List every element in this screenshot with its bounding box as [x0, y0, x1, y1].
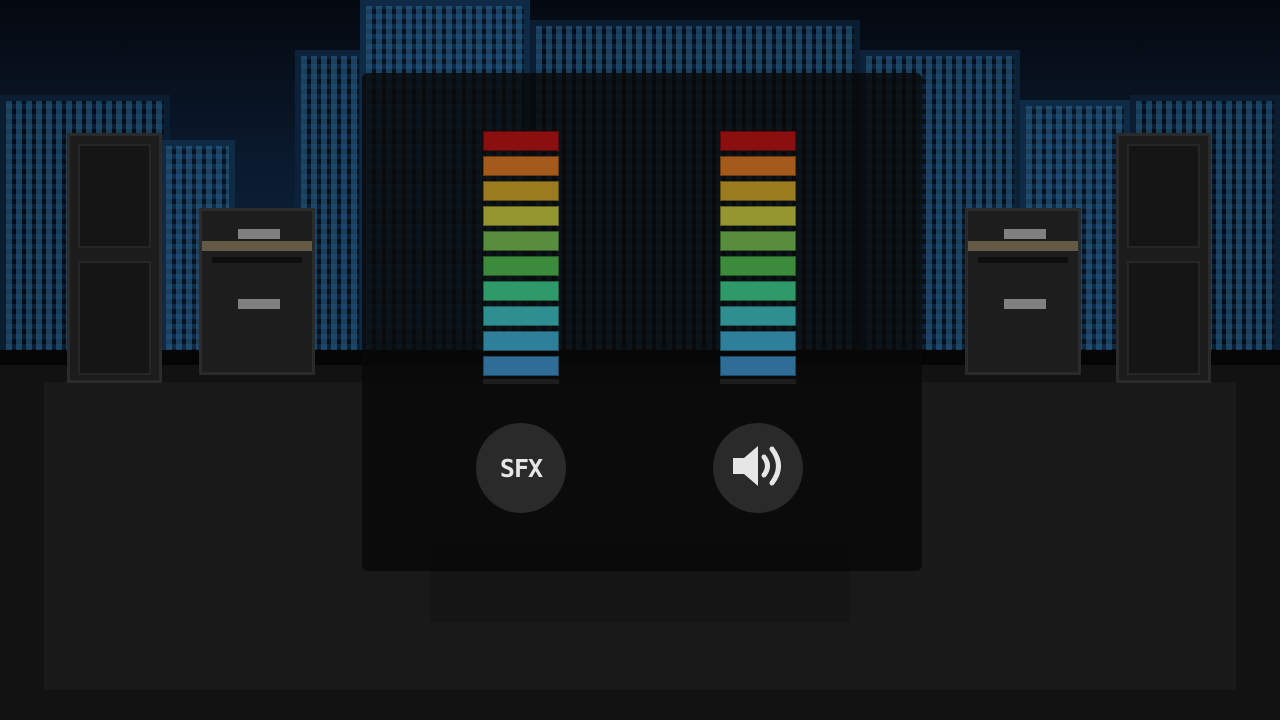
- amplifier-right: [965, 208, 1081, 375]
- volume-segment[interactable]: [720, 131, 796, 151]
- volume-segment[interactable]: [483, 256, 559, 276]
- speaker-cabinet-left: [67, 133, 162, 383]
- sfx-volume-meter[interactable]: [483, 131, 559, 384]
- volume-segment[interactable]: [720, 331, 796, 351]
- volume-segment[interactable]: [720, 356, 796, 376]
- volume-segment[interactable]: [720, 156, 796, 176]
- volume-segment[interactable]: [483, 231, 559, 251]
- volume-segment[interactable]: [720, 206, 796, 226]
- volume-segment[interactable]: [483, 131, 559, 151]
- volume-segment[interactable]: [483, 306, 559, 326]
- music-toggle-button[interactable]: [713, 423, 803, 513]
- audio-settings-panel: [362, 73, 922, 571]
- volume-segment[interactable]: [720, 281, 796, 301]
- meter-base: [720, 379, 796, 384]
- volume-segment[interactable]: [483, 156, 559, 176]
- volume-segment[interactable]: [720, 181, 796, 201]
- volume-segment[interactable]: [483, 206, 559, 226]
- volume-segment[interactable]: [483, 331, 559, 351]
- volume-segment[interactable]: [720, 306, 796, 326]
- sfx-label: SFX: [499, 453, 543, 483]
- amplifier-left: [199, 208, 315, 375]
- volume-segment[interactable]: [483, 281, 559, 301]
- speaker-volume-icon: [729, 442, 787, 494]
- meter-base: [483, 379, 559, 384]
- volume-segment[interactable]: [483, 181, 559, 201]
- volume-segment[interactable]: [720, 256, 796, 276]
- volume-segment[interactable]: [483, 356, 559, 376]
- speaker-cabinet-right: [1116, 133, 1211, 383]
- sfx-toggle-button[interactable]: SFX: [476, 423, 566, 513]
- volume-segment[interactable]: [720, 231, 796, 251]
- music-volume-meter[interactable]: [720, 131, 796, 384]
